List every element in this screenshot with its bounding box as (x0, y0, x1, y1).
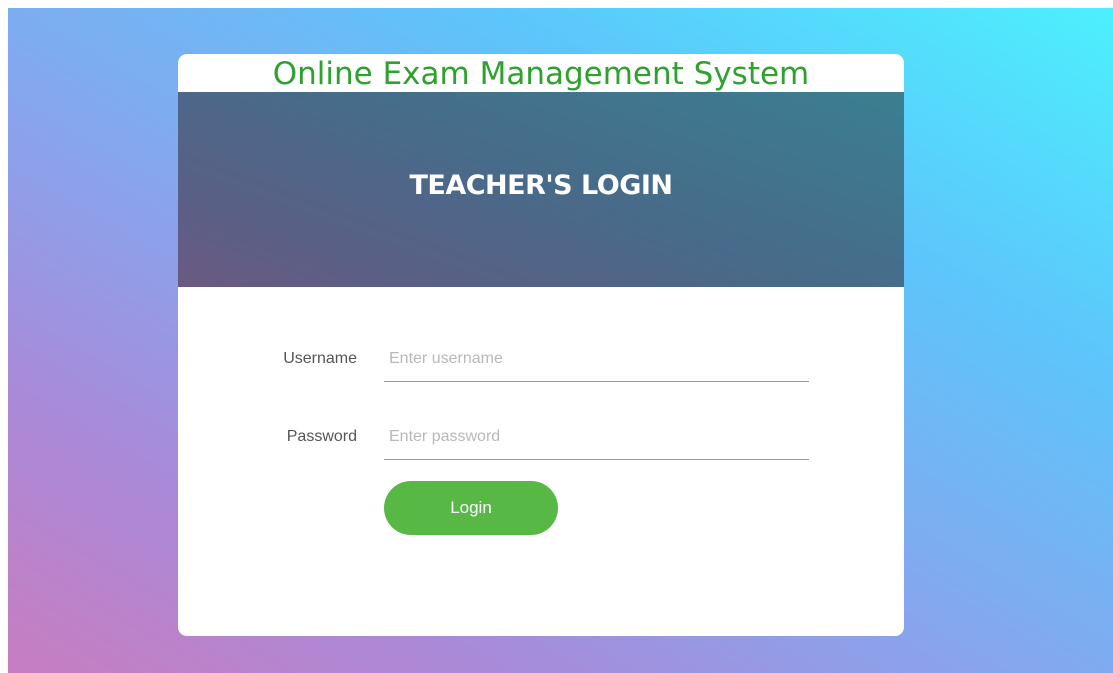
password-label: Password (286, 428, 357, 445)
password-row: Password (178, 414, 904, 462)
username-row: Username (178, 336, 904, 384)
system-title: Online Exam Management System (272, 56, 810, 92)
login-heading: TEACHER'S LOGIN (409, 170, 673, 201)
login-button[interactable]: Login (384, 481, 558, 535)
username-input[interactable] (384, 336, 809, 382)
password-input[interactable] (384, 414, 809, 460)
login-card: Online Exam Management System TEACHER'S … (178, 54, 904, 636)
login-banner: TEACHER'S LOGIN (178, 92, 904, 287)
username-label: Username (283, 350, 357, 367)
